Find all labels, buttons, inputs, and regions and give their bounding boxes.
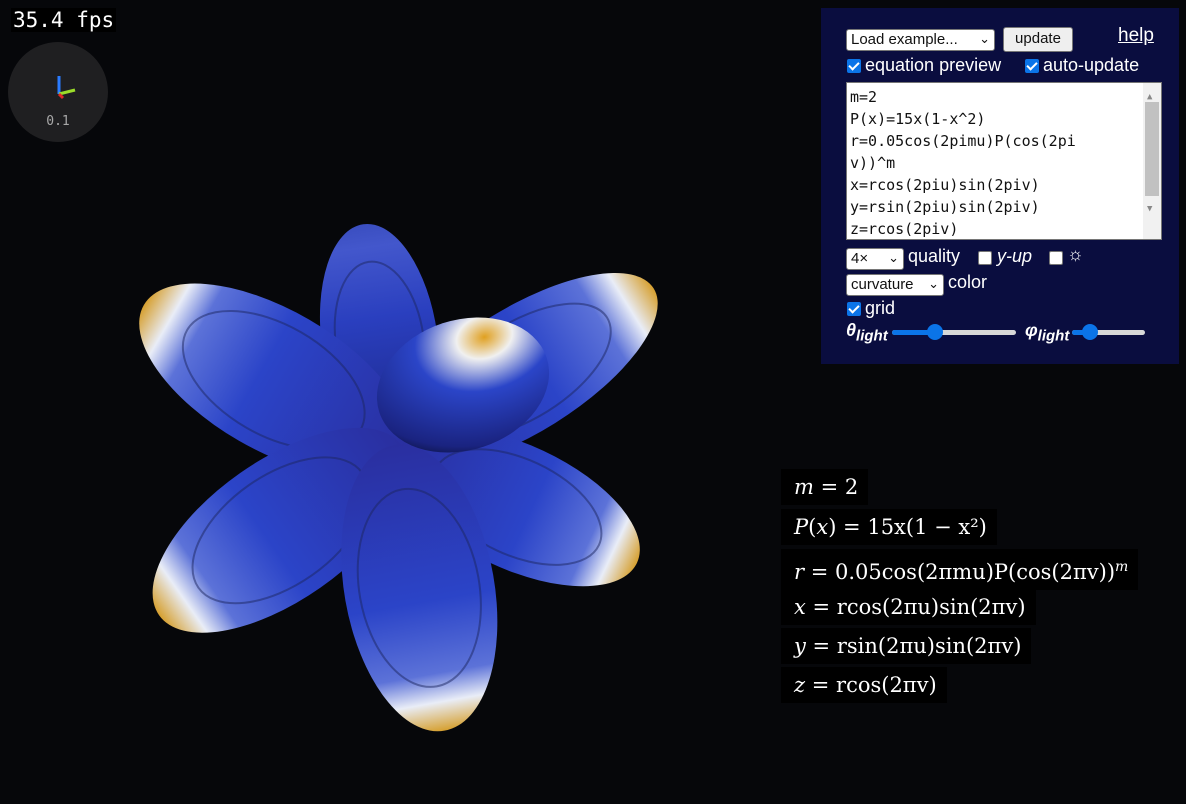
fps-counter: 35.4 fps (11, 8, 117, 32)
chevron-down-icon: ⌄ (888, 250, 899, 265)
code-line: z=rcos(2piv) (850, 220, 959, 238)
theta-symbol: θ (846, 320, 857, 340)
equation-r: r = 0.05cos(2πmu)P(cos(2πv))m (781, 549, 1139, 590)
code-line: m=2 (850, 88, 878, 106)
slider-knob[interactable] (1082, 324, 1099, 340)
code-line: v))^m (850, 154, 896, 172)
quality-value: 4× (851, 250, 869, 267)
viewport[interactable]: 35.4 fps 0.1 Load example... ⌄ update he… (0, 0, 1186, 804)
equation-x: x = rcos(2πu)sin(2πv) (781, 589, 1036, 625)
auto-update-label: auto-update (1043, 55, 1140, 75)
code-line: y=rsin(2piu)sin(2piv) (850, 198, 1040, 216)
equation-preview-checkbox[interactable] (847, 59, 861, 73)
color-mode-value: curvature (851, 276, 914, 293)
equation-z: z = rcos(2πv) (781, 667, 947, 703)
chevron-down-icon: ⌄ (928, 276, 939, 291)
code-line: r=0.05cos(2pimu)P(cos(2pi (850, 132, 1076, 150)
scroll-thumb[interactable] (1145, 102, 1159, 196)
theta-light-label: θlight (846, 320, 888, 345)
load-example-select[interactable]: Load example... ⌄ (846, 29, 995, 51)
textarea-scrollbar[interactable]: ▲ ▼ (1143, 83, 1161, 239)
grid-label: grid (865, 298, 896, 318)
update-button[interactable]: update (1003, 27, 1073, 52)
y-up-label: y-up (997, 246, 1033, 266)
chevron-down-icon: ⌄ (979, 31, 990, 46)
theta-sub: light (856, 327, 888, 345)
scroll-down-icon[interactable]: ▼ (1147, 198, 1152, 220)
color-mode-select[interactable]: curvature ⌄ (846, 274, 944, 296)
phi-light-slider[interactable] (1072, 324, 1145, 340)
help-link[interactable]: help (1118, 25, 1154, 47)
auto-update-checkbox[interactable] (1025, 59, 1039, 73)
control-panel: Load example... ⌄ update help equation p… (821, 8, 1179, 364)
gizmo-scale-label: 0.1 (46, 114, 70, 129)
quality-select[interactable]: 4× ⌄ (846, 248, 904, 270)
petals (139, 223, 658, 732)
grid-checkbox[interactable] (847, 302, 861, 316)
equation-textarea[interactable]: m=2 P(x)=15x(1-x^2) r=0.05cos(2pimu)P(cos(… (846, 82, 1162, 240)
equation-y: y = rsin(2πu)sin(2πv) (781, 628, 1032, 664)
theta-light-slider[interactable] (892, 324, 1016, 340)
sun-icon: ☼ (1067, 244, 1084, 264)
phi-light-label: φlight (1025, 320, 1069, 345)
light-checkbox[interactable] (1049, 251, 1063, 265)
slider-knob[interactable] (927, 324, 944, 340)
equation-preview-label: equation preview (865, 55, 1002, 75)
y-up-checkbox[interactable] (978, 251, 992, 265)
code-line: P(x)=15x(1-x^2) (850, 110, 986, 128)
axes-gizmo[interactable]: 0.1 (8, 42, 108, 142)
load-example-value: Load example... (851, 31, 958, 48)
code-line: x=rcos(2piu)sin(2piv) (850, 176, 1040, 194)
equation-p: P(x) = 15x(1 − x²) (781, 509, 997, 545)
equation-code: m=2 P(x)=15x(1-x^2) r=0.05cos(2pimu)P(cos(… (850, 86, 1137, 239)
color-label: color (948, 272, 988, 292)
quality-label: quality (908, 246, 961, 266)
phi-symbol: φ (1025, 320, 1038, 340)
phi-sub: light (1037, 327, 1070, 345)
equation-m: m = 2 (781, 469, 869, 505)
